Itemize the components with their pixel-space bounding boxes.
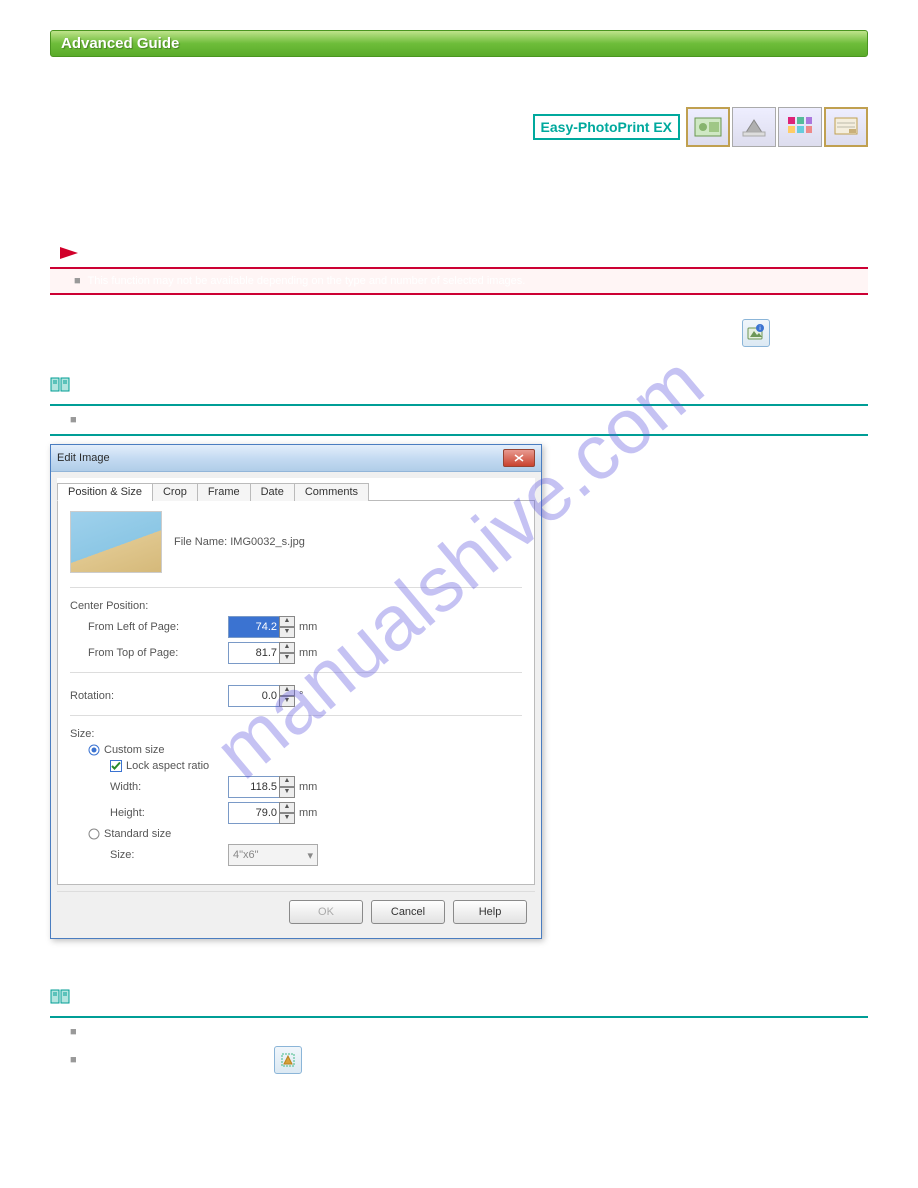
- width-label: Width:: [110, 781, 228, 793]
- bullet-icon: ■: [70, 414, 77, 426]
- tab-position-size[interactable]: Position & Size: [57, 483, 153, 501]
- dialog-body: File Name: IMG0032_s.jpg Center Position…: [57, 501, 535, 885]
- tab-date[interactable]: Date: [250, 483, 295, 501]
- bullet-icon: ■: [70, 1026, 77, 1038]
- svg-text:i: i: [759, 326, 760, 332]
- unit-deg: °: [299, 690, 303, 702]
- lock-aspect-label: Lock aspect ratio: [126, 760, 209, 772]
- free-layout-icon[interactable]: [274, 1046, 302, 1074]
- note1-text: You can also display the Edit Image dial…: [84, 414, 536, 426]
- important-text: This function may not be available depen…: [88, 275, 526, 287]
- tab-frame[interactable]: Frame: [197, 483, 251, 501]
- header-title: Advanced Guide: [61, 35, 179, 52]
- unit-mm: mm: [299, 647, 317, 659]
- thumb-2-icon[interactable]: [732, 107, 776, 147]
- std-size-value: 4"x6": [233, 849, 259, 861]
- from-left-label: From Left of Page:: [88, 621, 228, 633]
- height-input[interactable]: [228, 802, 280, 824]
- thumb-1-icon[interactable]: [686, 107, 730, 147]
- tab-strip: Position & Size Crop Frame Date Comments: [57, 478, 535, 501]
- image-thumbnail: [70, 511, 162, 573]
- custom-size-radio[interactable]: [88, 744, 100, 756]
- chevron-down-icon: ▾: [307, 849, 313, 862]
- edit-image-dialog: Edit Image Position & Size Crop Frame Da…: [50, 444, 542, 939]
- bullet-icon: ■: [70, 1054, 77, 1066]
- height-label: Height:: [110, 807, 228, 819]
- standard-size-label: Standard size: [104, 828, 171, 840]
- important-banner: ■ This function may not be available dep…: [50, 267, 868, 295]
- divider: [50, 1016, 868, 1018]
- note2-line1: Click Defaults to reset all adjustments …: [84, 1026, 377, 1038]
- spinner-icon[interactable]: ▲▼: [279, 776, 295, 798]
- help-button[interactable]: Help: [453, 900, 527, 924]
- divider: [50, 404, 868, 406]
- book-icon: [50, 377, 68, 391]
- file-name-value: IMG0032_s.jpg: [230, 536, 305, 548]
- file-name-label: File Name:: [174, 536, 227, 548]
- from-left-input[interactable]: [228, 616, 280, 638]
- size-label: Size:: [70, 728, 94, 740]
- edit-image-icon[interactable]: i: [742, 319, 770, 347]
- unit-mm: mm: [299, 781, 317, 793]
- custom-size-label: Custom size: [104, 744, 165, 756]
- dialog-title: Edit Image: [57, 452, 110, 464]
- from-top-label: From Top of Page:: [88, 647, 228, 659]
- spinner-icon[interactable]: ▲▼: [279, 642, 295, 664]
- note2-line2-a: You can move the image by dragging: [87, 1054, 268, 1066]
- std-size-field-label: Size:: [110, 849, 228, 861]
- tab-crop[interactable]: Crop: [152, 483, 198, 501]
- unit-mm: mm: [299, 621, 317, 633]
- app-name-label: Easy-PhotoPrint EX: [533, 114, 680, 140]
- close-button[interactable]: [503, 449, 535, 467]
- cancel-button[interactable]: Cancel: [371, 900, 445, 924]
- standard-size-radio[interactable]: [88, 828, 100, 840]
- width-input[interactable]: [228, 776, 280, 798]
- dialog-button-row: OK Cancel Help: [57, 891, 535, 932]
- thumb-3-icon[interactable]: [778, 107, 822, 147]
- spinner-icon[interactable]: ▲▼: [279, 685, 295, 707]
- dialog-titlebar: Edit Image: [51, 445, 541, 472]
- tab-comments[interactable]: Comments: [294, 483, 369, 501]
- spinner-icon[interactable]: ▲▼: [279, 802, 295, 824]
- rotation-input[interactable]: [228, 685, 280, 707]
- center-position-label: Center Position:: [70, 600, 148, 612]
- app-link-row: Easy-PhotoPrint EX: [50, 107, 868, 147]
- divider: [50, 434, 868, 436]
- thumb-4-icon[interactable]: [824, 107, 868, 147]
- book-icon: [50, 989, 68, 1003]
- spinner-icon[interactable]: ▲▼: [279, 616, 295, 638]
- bullet-icon: ■: [74, 275, 81, 287]
- unit-mm: mm: [299, 807, 317, 819]
- from-top-input[interactable]: [228, 642, 280, 664]
- flag-icon: [58, 245, 80, 270]
- header-bar: Advanced Guide: [50, 30, 868, 57]
- std-size-combo: 4"x6" ▾: [228, 844, 318, 866]
- ok-button[interactable]: OK: [289, 900, 363, 924]
- rotation-label: Rotation:: [70, 690, 210, 702]
- lock-aspect-checkbox[interactable]: [110, 760, 122, 772]
